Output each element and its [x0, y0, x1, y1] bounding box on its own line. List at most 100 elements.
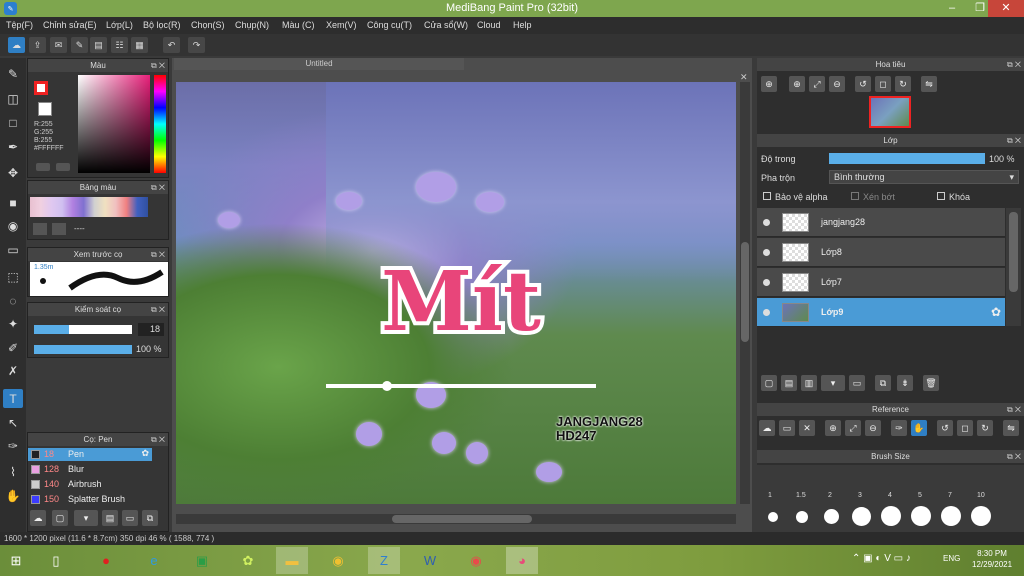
cloud-icon[interactable]: ☁: [8, 37, 25, 53]
document-tab[interactable]: Untitled: [174, 58, 464, 70]
panel-close-icon[interactable]: ⧉ ✕: [151, 303, 165, 316]
panel-close-icon[interactable]: ⧉ ✕: [1007, 450, 1021, 463]
dropper-tool-icon[interactable]: ⌇: [3, 462, 23, 481]
brush-tool-icon[interactable]: ✎: [3, 64, 23, 83]
language-indicator[interactable]: ENG: [943, 554, 960, 563]
brush-size-option[interactable]: 2: [828, 492, 832, 499]
layer-visibility-icon[interactable]: [763, 249, 770, 256]
delete-palette-icon[interactable]: [52, 223, 66, 235]
operation-tool-icon[interactable]: ↖: [3, 413, 23, 432]
palette-swatches[interactable]: [30, 197, 148, 217]
close-button[interactable]: ✕: [988, 0, 1024, 17]
clipping-checkbox[interactable]: [851, 192, 859, 200]
brush-size-option[interactable]: 1: [768, 492, 772, 499]
brush-properties-icon[interactable]: ▤: [102, 510, 118, 526]
layer-menu-icon[interactable]: ▾: [821, 375, 845, 391]
add-palette-icon[interactable]: [33, 223, 47, 235]
menu-filter[interactable]: Bộ lọc(R): [143, 20, 181, 30]
file-explorer-icon[interactable]: ▬: [276, 547, 308, 574]
menu-help[interactable]: Help: [513, 20, 532, 30]
brush-size-option[interactable]: 10: [977, 492, 985, 499]
text-tool-icon[interactable]: T: [3, 389, 23, 408]
panel-close-icon[interactable]: ⧉ ✕: [151, 248, 165, 261]
new-8bit-layer-icon[interactable]: ▥: [801, 375, 817, 391]
select-eraser-icon[interactable]: ✗: [3, 361, 23, 380]
flip-icon[interactable]: ⇋: [1003, 420, 1019, 436]
layer-scrollbar[interactable]: [1006, 208, 1021, 326]
brush-size-option[interactable]: 4: [888, 492, 892, 499]
brush-size-option[interactable]: 1.5: [796, 492, 806, 499]
tray-icons[interactable]: ⌃ ▣ ◐ V ▭ ♪: [852, 553, 911, 564]
layer-row[interactable]: Lớp9 ✿: [757, 298, 1005, 327]
horizontal-scrollbar[interactable]: [176, 514, 736, 524]
brush-size-dot[interactable]: [852, 507, 871, 526]
eyedropper-icon[interactable]: ✑: [891, 420, 907, 436]
menu-layer[interactable]: Lớp(L): [106, 20, 133, 30]
zalo-icon[interactable]: Z: [368, 547, 400, 574]
rectangle-tool-icon[interactable]: □: [3, 113, 23, 132]
brush-size-option[interactable]: 7: [948, 492, 952, 499]
menu-file[interactable]: Tệp(F): [6, 20, 33, 30]
menu-capture[interactable]: Chụp(N): [235, 20, 269, 30]
blend-mode-select[interactable]: Bình thường ▾: [829, 170, 1019, 184]
lasso-tool-icon[interactable]: ◌: [3, 291, 23, 310]
select-pen-icon[interactable]: ✐: [3, 338, 23, 357]
layer-row[interactable]: jangjang28: [757, 208, 1005, 237]
delete-layer-icon[interactable]: 🗑: [923, 375, 939, 391]
app-icon[interactable]: ✿: [232, 547, 264, 574]
fit-window-icon[interactable]: ◻: [957, 420, 973, 436]
merge-layer-icon[interactable]: ⇟: [897, 375, 913, 391]
fill-rect-tool-icon[interactable]: ■: [3, 193, 23, 212]
chrome-icon[interactable]: ◉: [322, 547, 354, 574]
layer-row[interactable]: Lớp7: [757, 268, 1005, 297]
zoom-in-icon[interactable]: ⊕: [825, 420, 841, 436]
brush-item[interactable]: 128 Blur: [28, 463, 152, 476]
document-icon[interactable]: ▤: [90, 37, 107, 53]
brush-size-dot[interactable]: [971, 506, 991, 526]
opera-icon[interactable]: ●: [90, 547, 122, 574]
chrome-profile-icon[interactable]: ◉: [460, 547, 492, 574]
folder-icon[interactable]: ▭: [849, 375, 865, 391]
brush-size-dot[interactable]: [911, 506, 931, 526]
panel-close-icon[interactable]: ⧉ ✕: [1007, 58, 1021, 71]
word-icon[interactable]: W: [414, 547, 446, 574]
brush-size-slider[interactable]: [34, 325, 132, 334]
menu-select[interactable]: Chọn(S): [191, 20, 225, 30]
fit-icon[interactable]: ⤢: [809, 76, 825, 92]
clock[interactable]: 8:30 PM 12/29/2021: [972, 548, 1012, 570]
brush-size-option[interactable]: 5: [918, 492, 922, 499]
secondary-color-swatch[interactable]: [38, 102, 52, 116]
brush-opacity-slider[interactable]: [34, 345, 132, 354]
list-icon[interactable]: ☷: [111, 37, 128, 53]
zoom-in-icon[interactable]: ⊕: [761, 76, 777, 92]
move-tool-icon[interactable]: ✥: [3, 163, 23, 182]
zoom-in-icon[interactable]: ⊕: [789, 76, 805, 92]
duplicate-layer-icon[interactable]: ⧉: [875, 375, 891, 391]
brush-size-dot[interactable]: [768, 512, 778, 522]
pen-tool-icon[interactable]: ✒: [3, 137, 23, 156]
brush-item[interactable]: 18 Pen ✿: [28, 448, 152, 461]
panel-close-icon[interactable]: ⧉ ✕: [151, 59, 165, 72]
lock-checkbox[interactable]: [937, 192, 945, 200]
menu-window[interactable]: Cửa sổ(W): [424, 20, 468, 30]
brush-item[interactable]: 150 Splatter Brush: [28, 493, 152, 506]
magic-wand-icon[interactable]: ✦: [3, 314, 23, 333]
brush-item[interactable]: 140 Airbrush: [28, 478, 152, 491]
layer-visibility-icon[interactable]: [763, 279, 770, 286]
new-halftone-layer-icon[interactable]: ▤: [781, 375, 797, 391]
vertical-scrollbar-thumb[interactable]: [741, 242, 749, 342]
brush-size-dot[interactable]: [796, 511, 808, 523]
hand-tool-icon[interactable]: ✋: [3, 486, 23, 505]
panel-close-icon[interactable]: ⧉ ✕: [151, 181, 165, 194]
layer-visibility-icon[interactable]: [763, 219, 770, 226]
fit-window-icon[interactable]: ◻: [875, 76, 891, 92]
brush-settings-icon[interactable]: ✿: [141, 448, 149, 459]
color-mode-button[interactable]: [36, 163, 50, 171]
new-layer-icon[interactable]: ▢: [761, 375, 777, 391]
panel-close-icon[interactable]: ⧉ ✕: [151, 433, 165, 446]
new-brush-icon[interactable]: ▢: [52, 510, 68, 526]
menu-color[interactable]: Màu (C): [282, 20, 315, 30]
saturation-value-picker[interactable]: [78, 75, 150, 173]
rotate-left-icon[interactable]: ↺: [937, 420, 953, 436]
redo-icon[interactable]: ↷: [188, 37, 205, 53]
